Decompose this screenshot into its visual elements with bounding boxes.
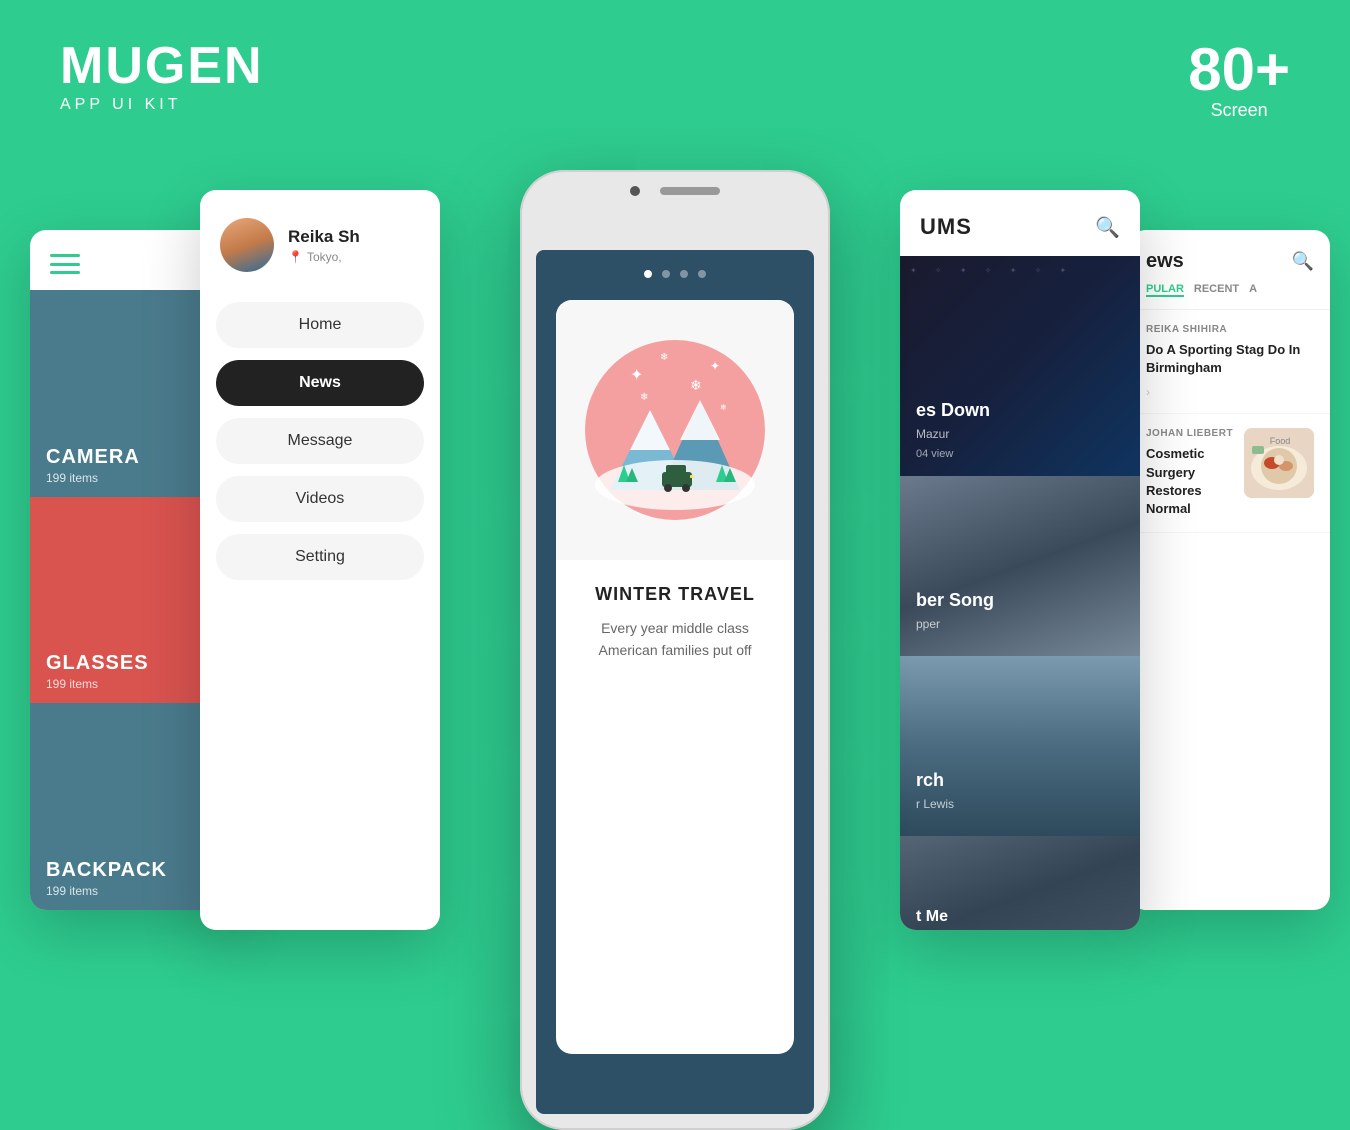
svg-text:❄: ❄ [720, 403, 727, 412]
phone-notch [520, 186, 830, 196]
travel-description: Every year middle class American familie… [576, 617, 774, 662]
travel-card: ✦ ✦ ❄ ❄ ❄ ❄ [556, 300, 794, 1054]
nav-item-message[interactable]: Message [216, 418, 424, 464]
screen-count-label: Screen [1188, 100, 1290, 121]
nav-item-setting[interactable]: Setting [216, 534, 424, 580]
news-item-with-image: JOHAN LIEBERT Cosmetic Surgery Restores … [1146, 428, 1314, 518]
dot-3 [680, 270, 688, 278]
search-icon[interactable]: 🔍 [1095, 215, 1120, 240]
location-pin-icon: 📍 [288, 250, 303, 264]
svg-text:❄: ❄ [640, 392, 648, 403]
news-title: ews [1146, 250, 1184, 273]
song-title-1: es Down [916, 400, 990, 421]
travel-text-area: WINTER TRAVEL Every year middle class Am… [556, 560, 794, 686]
nav-item-home[interactable]: Home [216, 302, 424, 348]
album-photo-fog[interactable]: ber Song pper [900, 476, 1140, 656]
phones-area: CAMERA 199 items GLASSES 199 items BACKP… [0, 170, 1350, 1020]
svg-text:❄: ❄ [690, 377, 702, 393]
travel-illustration: ✦ ✦ ❄ ❄ ❄ ❄ [556, 300, 794, 560]
news-tab-all[interactable]: A [1249, 283, 1257, 297]
album-count-backpack: 199 items [46, 884, 98, 898]
travel-title: WINTER TRAVEL [576, 584, 774, 605]
song-artist-3: r Lewis [916, 797, 954, 811]
song-title-3: rch [916, 770, 944, 791]
profile-name: Reika Sh [288, 227, 360, 247]
phone-camera-icon [630, 186, 640, 196]
song-artist-1: Mazur [916, 427, 949, 441]
brand-title: MUGEN [60, 40, 264, 92]
album-title-glasses: GLASSES [46, 652, 149, 675]
svg-text:❄: ❄ [660, 352, 668, 363]
card-far-right-news: ews 🔍 PULAR RECENT A REIKA SHIHIRA Do A … [1130, 230, 1330, 910]
news-headline-2: Cosmetic Surgery Restores Normal [1146, 445, 1234, 518]
nav-items: Home News Message Videos Setting [200, 292, 440, 590]
album-title-backpack: BACKPACK [46, 859, 167, 882]
phone-screen: ✦ ✦ ❄ ❄ ❄ ❄ [536, 250, 814, 1114]
news-tab-recent[interactable]: RECENT [1194, 283, 1239, 297]
news-search-icon[interactable]: 🔍 [1292, 251, 1314, 272]
news-header: ews 🔍 [1130, 230, 1330, 283]
menu-icon[interactable] [50, 254, 80, 274]
profile-section: Reika Sh 📍 Tokyo, [200, 190, 440, 292]
news-image-food: Food [1244, 428, 1314, 498]
albums-title: UMS [920, 214, 972, 240]
album-title-camera: CAMERA [46, 446, 140, 469]
album-photo-mountain[interactable]: rch r Lewis [900, 656, 1140, 836]
news-item-2[interactable]: JOHAN LIEBERT Cosmetic Surgery Restores … [1130, 414, 1330, 533]
albums-header: UMS 🔍 [900, 190, 1140, 256]
screen-count-number: 80+ [1188, 40, 1290, 100]
profile-info: Reika Sh 📍 Tokyo, [288, 227, 360, 264]
dot-1 [644, 270, 652, 278]
album-photo-night[interactable]: es Down Mazur 04 view [900, 256, 1140, 476]
news-item-1[interactable]: REIKA SHIHIRA Do A Sporting Stag Do In B… [1130, 310, 1330, 414]
card-second-nav: Reika Sh 📍 Tokyo, Home News Message Vide… [200, 190, 440, 930]
nav-item-videos[interactable]: Videos [216, 476, 424, 522]
dot-4 [698, 270, 706, 278]
phone-shell: ✦ ✦ ❄ ❄ ❄ ❄ [520, 170, 830, 1130]
avatar [220, 218, 274, 272]
screen-dots [536, 270, 814, 278]
svg-text:✦: ✦ [630, 367, 643, 384]
song-artist-2: pper [916, 617, 940, 631]
phone-center: ✦ ✦ ❄ ❄ ❄ ❄ [520, 170, 830, 1130]
song-views-1: 04 view [916, 448, 953, 460]
news-tabs: PULAR RECENT A [1130, 283, 1330, 310]
dot-2 [662, 270, 670, 278]
chevron-right-icon-1: › [1146, 385, 1314, 399]
brand-subtitle: APP UI KIT [60, 96, 264, 114]
nav-item-news[interactable]: News [216, 360, 424, 406]
svg-text:Food: Food [1270, 436, 1291, 446]
profile-location: 📍 Tokyo, [288, 250, 360, 264]
news-headline-1: Do A Sporting Stag Do In Birmingham [1146, 341, 1314, 377]
phone-speaker [660, 187, 720, 195]
song-title-4: t Me [916, 908, 948, 926]
brand: MUGEN APP UI KIT [60, 40, 264, 114]
header: MUGEN APP UI KIT 80+ Screen [60, 40, 1290, 121]
screen-count: 80+ Screen [1188, 40, 1290, 121]
news-content-2: JOHAN LIEBERT Cosmetic Surgery Restores … [1146, 428, 1234, 518]
album-count-camera: 199 items [46, 471, 98, 485]
news-tab-popular[interactable]: PULAR [1146, 283, 1184, 297]
song-title-2: ber Song [916, 590, 994, 611]
album-count-glasses: 199 items [46, 677, 98, 691]
news-author-2: JOHAN LIEBERT [1146, 428, 1234, 439]
card-right-albums: UMS 🔍 es Down Mazur 04 view ber Song ppe… [900, 190, 1140, 930]
svg-text:✦: ✦ [710, 359, 720, 373]
album-photo-dark[interactable]: t Me n ft. N [900, 836, 1140, 930]
news-author-1: REIKA SHIHIRA [1146, 324, 1314, 335]
